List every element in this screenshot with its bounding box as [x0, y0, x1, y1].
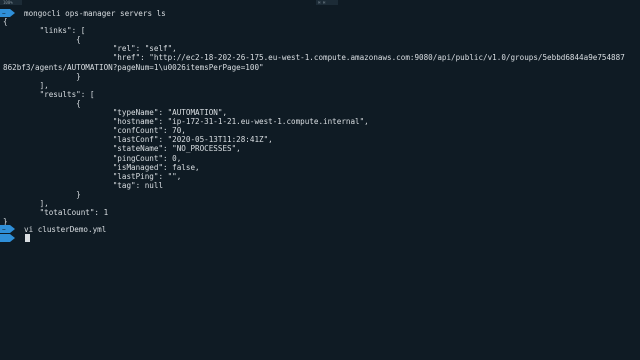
output-line: ], [3, 80, 49, 90]
output-line: "rel": "self", [3, 44, 177, 54]
output-line: 862bf3/agents/AUTOMATION?pageNum=1\u0026… [3, 62, 264, 72]
output-line: { [3, 98, 81, 108]
output-line: { [3, 17, 8, 26]
output-line: { [3, 35, 81, 45]
command-text: mongocli ops-manager servers ls [24, 8, 166, 18]
output-line: "href": "http://ec2-18-202-26-175.eu-wes… [3, 53, 625, 63]
output-line: "pingCount": 0, [3, 153, 182, 163]
output-line: } [3, 189, 81, 199]
output-line: "isManaged": false, [3, 162, 200, 172]
command-text: vi clusterDemo.yml [24, 224, 107, 234]
status-right-label: ⌘ ⌘ [318, 0, 328, 5]
output-line: "totalCount": 1 [3, 208, 109, 218]
output-line: ], [3, 199, 49, 208]
terminal-window[interactable]: 100% ⌘ ⌘ ~ mongocli ops-manager servers … [0, 0, 640, 360]
prompt-line-1: ~ mongocli ops-manager servers ls [0, 7, 166, 19]
status-left-label: 100% [3, 0, 13, 5]
prompt-line-3[interactable] [0, 232, 18, 244]
output-line: "tag": null [3, 180, 164, 190]
prompt-arrow-icon [0, 234, 15, 242]
output-line: "hostname": "ip-172-31-1-21.eu-west-1.co… [3, 117, 369, 127]
text-cursor [25, 234, 30, 242]
output-line: "links": [ [3, 26, 86, 36]
output-line: "results": [ [3, 89, 95, 99]
output-line: "lastPing": "", [3, 171, 182, 181]
output-line: "confCount": 70, [3, 126, 186, 136]
output-line: "typeName": "AUTOMATION", [3, 108, 228, 117]
output-line: } [3, 71, 81, 81]
output-line: "lastConf": "2020-05-13T11:28:41Z", [3, 135, 273, 145]
output-line: "stateName": "NO_PROCESSES", [3, 144, 241, 154]
